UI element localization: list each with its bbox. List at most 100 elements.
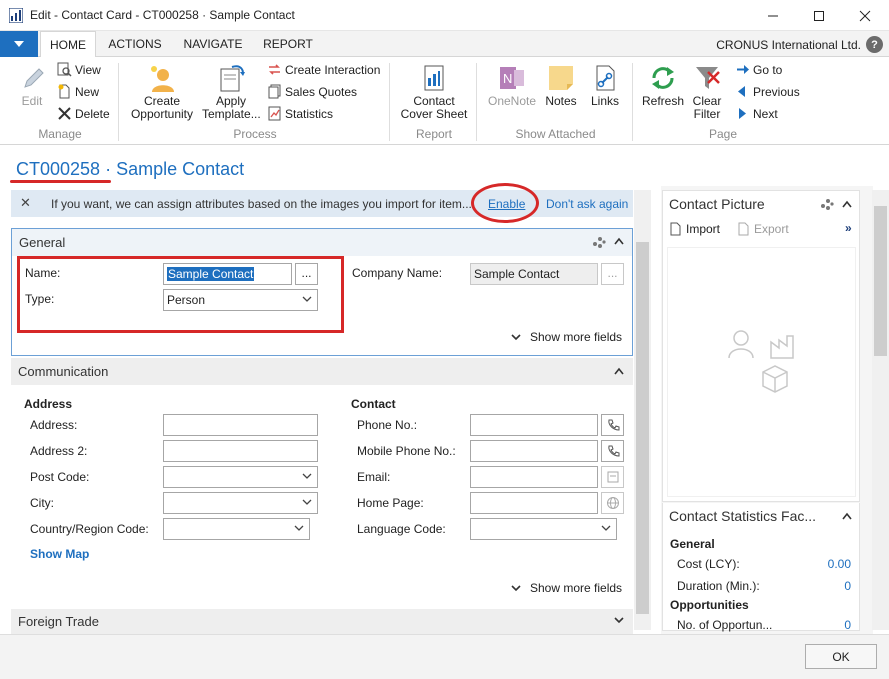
post-code-select[interactable] xyxy=(163,466,318,488)
cost-value[interactable]: 0.00 xyxy=(828,557,851,571)
phone-call-icon[interactable] xyxy=(601,414,624,436)
ok-button[interactable]: OK xyxy=(805,644,877,669)
statistics-icon xyxy=(268,106,281,121)
phone-field[interactable] xyxy=(470,414,598,436)
general-show-more-fields[interactable]: Show more fields xyxy=(511,330,622,344)
page-title-separator: · xyxy=(105,159,112,179)
minimize-button[interactable] xyxy=(750,0,796,31)
contact-picture-factbox: Contact Picture Import Export » xyxy=(662,190,860,502)
highlight-rectangle-annotation xyxy=(17,256,344,333)
minimize-icon xyxy=(768,15,778,16)
contact-statistics-header: Contact Statistics Fac... xyxy=(669,508,817,524)
address-field[interactable] xyxy=(163,414,318,436)
maximize-button[interactable] xyxy=(796,0,842,31)
globe-icon[interactable] xyxy=(601,492,624,514)
apply-template-button[interactable]: Apply Template... xyxy=(201,63,261,121)
chevron-down-icon xyxy=(14,41,24,47)
general-fasttab-header[interactable]: General xyxy=(12,229,632,256)
show-map-link[interactable]: Show Map xyxy=(30,547,89,561)
company-name[interactable]: CRONUS International Ltd. xyxy=(716,38,861,52)
help-icon[interactable]: ? xyxy=(866,36,883,53)
delete-button[interactable]: Delete xyxy=(57,106,110,121)
next-button[interactable]: Next xyxy=(735,106,778,121)
notes-icon xyxy=(549,66,573,90)
address2-field[interactable] xyxy=(163,440,318,462)
bottom-action-bar xyxy=(0,634,889,679)
tab-home[interactable]: HOME xyxy=(40,31,96,58)
company-name-field[interactable]: Sample Contact xyxy=(470,263,598,285)
edit-button[interactable]: Edit xyxy=(12,63,52,108)
notes-button[interactable]: Notes xyxy=(541,63,581,108)
statistics-button[interactable]: Statistics xyxy=(267,106,333,121)
chevron-up-icon[interactable] xyxy=(614,237,624,245)
create-opportunity-button[interactable]: Create Opportunity xyxy=(126,63,198,121)
import-picture-button[interactable]: Import xyxy=(669,222,720,236)
statistics-label: Statistics xyxy=(285,106,334,121)
communication-header-label: Communication xyxy=(18,364,109,379)
links-button[interactable]: Links xyxy=(585,63,625,108)
onenote-button[interactable]: N OneNote xyxy=(485,63,539,108)
chevron-down-icon[interactable] xyxy=(614,616,624,624)
tab-report[interactable]: REPORT xyxy=(255,31,321,57)
chevron-up-icon[interactable] xyxy=(842,200,852,208)
dont-ask-again-link[interactable]: Don't ask again xyxy=(546,197,628,211)
email-field[interactable] xyxy=(470,466,598,488)
clear-filter-label: Clear Filter xyxy=(692,94,722,121)
notification-close-icon[interactable]: ✕ xyxy=(20,195,31,211)
refresh-button[interactable]: Refresh xyxy=(640,63,686,108)
foreign-trade-fasttab-header[interactable]: Foreign Trade xyxy=(11,609,633,634)
contact-cover-sheet-button[interactable]: Contact Cover Sheet xyxy=(396,63,472,121)
communication-show-more-fields[interactable]: Show more fields xyxy=(511,581,622,595)
chevron-down-icon xyxy=(302,499,312,505)
language-code-label: Language Code: xyxy=(357,522,446,536)
home-page-field[interactable] xyxy=(470,492,598,514)
maximize-icon xyxy=(814,10,824,21)
triangle-right-icon xyxy=(739,108,746,119)
chevron-down-icon xyxy=(601,525,611,531)
address-label: Address: xyxy=(30,418,78,432)
city-select[interactable] xyxy=(163,492,318,514)
export-picture-button[interactable]: Export xyxy=(737,222,789,236)
sales-quotes-button[interactable]: Sales Quotes xyxy=(267,84,357,99)
company-name-lookup-button[interactable]: ... xyxy=(601,263,624,285)
onenote-label: OneNote xyxy=(487,94,537,108)
language-code-select[interactable] xyxy=(470,518,617,540)
chevron-up-icon[interactable] xyxy=(614,367,624,375)
sales-quotes-icon xyxy=(268,84,281,99)
communication-fasttab-header[interactable]: Communication xyxy=(11,358,633,385)
view-button[interactable]: View xyxy=(57,62,101,77)
factbox-scrollbar-thumb[interactable] xyxy=(874,206,887,356)
opportunities-heading: Opportunities xyxy=(670,598,749,612)
puzzle-icon[interactable] xyxy=(818,196,836,212)
view-icon xyxy=(57,62,72,77)
city-label: City: xyxy=(30,496,54,510)
puzzle-icon[interactable] xyxy=(590,234,608,250)
main-scrollbar-thumb[interactable] xyxy=(636,242,649,614)
country-region-select[interactable] xyxy=(163,518,310,540)
mobile-call-icon[interactable] xyxy=(601,440,624,462)
title-underline-annotation xyxy=(10,180,111,183)
general-header-label: General xyxy=(19,235,66,250)
report-icon xyxy=(424,65,444,91)
tab-navigate[interactable]: NAVIGATE xyxy=(174,31,252,57)
email-compose-icon[interactable] xyxy=(601,466,624,488)
tab-actions[interactable]: ACTIONS xyxy=(99,31,171,57)
more-actions-icon[interactable]: » xyxy=(845,221,852,235)
app-menu-button[interactable] xyxy=(0,31,38,57)
opportunities-count-value[interactable]: 0 xyxy=(844,618,851,632)
contact-cover-sheet-label: Contact Cover Sheet xyxy=(400,94,468,121)
close-window-button[interactable] xyxy=(842,0,888,31)
contact-statistics-factbox: Contact Statistics Fac... General Cost (… xyxy=(662,503,860,632)
create-interaction-button[interactable]: Create Interaction xyxy=(267,62,380,77)
new-button[interactable]: New xyxy=(57,84,99,99)
duration-label: Duration (Min.): xyxy=(677,579,760,593)
go-to-button[interactable]: Go to xyxy=(735,62,782,77)
mobile-phone-field[interactable] xyxy=(470,440,598,462)
chevron-up-icon[interactable] xyxy=(842,512,852,520)
clear-filter-icon xyxy=(696,67,720,89)
opportunities-count-label: No. of Opportun... xyxy=(677,618,773,632)
previous-button[interactable]: Previous xyxy=(735,84,800,99)
clear-filter-button[interactable]: Clear Filter xyxy=(688,63,726,121)
chevron-down-icon xyxy=(511,334,521,341)
duration-value[interactable]: 0 xyxy=(844,579,851,593)
